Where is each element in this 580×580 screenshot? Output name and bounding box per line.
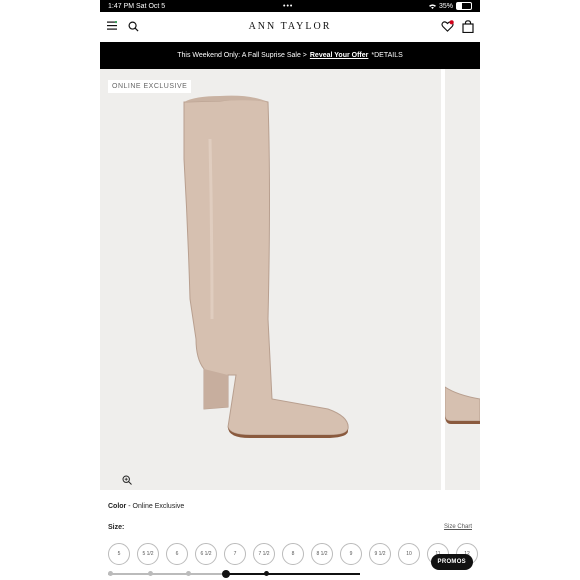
color-row: Color - Online Exclusive xyxy=(108,503,184,510)
battery-icon xyxy=(456,2,472,10)
wishlist-heart-icon[interactable] xyxy=(441,20,454,33)
boot-image-partial xyxy=(445,386,480,424)
battery-percent: 35% xyxy=(438,2,453,10)
boot-image xyxy=(183,95,349,438)
promo-text: This Weekend Only: A Fall Suprise Sale > xyxy=(177,52,307,59)
size-option[interactable]: 5 xyxy=(108,543,130,565)
carousel-dot[interactable] xyxy=(108,571,113,576)
image-carousel-indicator[interactable] xyxy=(108,570,360,578)
carousel-dot[interactable] xyxy=(186,571,191,576)
carousel-dot[interactable] xyxy=(148,571,153,576)
next-product-image[interactable] xyxy=(445,69,480,490)
color-label: Color xyxy=(108,503,127,510)
size-option[interactable]: 8 xyxy=(282,543,304,565)
size-label: Size: xyxy=(108,524,125,531)
carousel-dot[interactable] xyxy=(264,571,269,576)
status-bar: 1:47 PM Sat Oct 5 ••• 35% xyxy=(100,0,480,12)
size-option[interactable]: 10 xyxy=(398,543,420,565)
reveal-offer-link[interactable]: Reveal Your Offer xyxy=(310,52,369,59)
size-option[interactable]: 6 1/2 xyxy=(195,543,217,565)
product-image[interactable]: ONLINE EXCLUSIVE xyxy=(100,69,441,490)
brand-logo[interactable]: ANN TAYLOR xyxy=(100,21,480,32)
top-nav: ANN TAYLOR xyxy=(100,12,480,42)
promo-banner[interactable]: This Weekend Only: A Fall Suprise Sale >… xyxy=(100,42,480,69)
promos-button[interactable]: PROMOS xyxy=(430,554,473,570)
wifi-icon xyxy=(428,3,436,9)
zoom-icon[interactable] xyxy=(122,475,132,485)
color-value: Online Exclusive xyxy=(132,503,185,510)
size-option[interactable]: 5 1/2 xyxy=(137,543,159,565)
size-option[interactable]: 8 1/2 xyxy=(311,543,333,565)
bag-icon[interactable] xyxy=(462,20,474,33)
color-separator: - xyxy=(128,503,131,510)
multitask-dots[interactable]: ••• xyxy=(283,3,293,10)
size-option[interactable]: 9 xyxy=(340,543,362,565)
size-option[interactable]: 7 xyxy=(224,543,246,565)
size-chart-link[interactable]: Size Chart xyxy=(444,524,472,530)
battery-level xyxy=(457,3,462,9)
carousel-fill xyxy=(226,573,360,575)
app-frame: 1:47 PM Sat Oct 5 ••• 35% ANN TAYLOR Thi… xyxy=(100,0,480,580)
carousel-thumb[interactable] xyxy=(222,570,230,578)
status-date: Sat Oct 5 xyxy=(136,2,166,10)
size-selector: 55 1/266 1/277 1/288 1/299 1/2101112 xyxy=(108,543,480,565)
size-option[interactable]: 7 1/2 xyxy=(253,543,275,565)
size-option[interactable]: 9 1/2 xyxy=(369,543,391,565)
promo-details-link[interactable]: *DETAILS xyxy=(371,52,402,59)
status-right: 35% xyxy=(428,2,472,10)
size-option[interactable]: 6 xyxy=(166,543,188,565)
status-time: 1:47 PM xyxy=(108,2,135,10)
